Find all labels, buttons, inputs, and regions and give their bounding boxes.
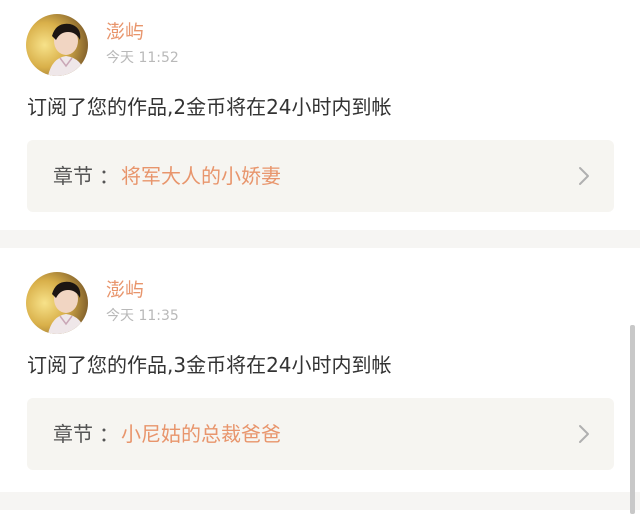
chevron-right-icon [579, 425, 589, 443]
username[interactable]: 澎屿 [106, 20, 144, 44]
timestamp: 今天 11:52 [106, 50, 179, 66]
chapter-label: 章节 [53, 164, 93, 188]
notification-message: 订阅了您的作品,2金币将在24小时内到帐 [27, 95, 392, 119]
avatar-image [26, 14, 88, 76]
chapter-colon: ： [99, 164, 119, 188]
card-separator [0, 230, 640, 248]
notification-card: 澎屿 今天 11:52 订阅了您的作品,2金币将在24小时内到帐 章节 ： 将军… [0, 0, 640, 230]
chapter-colon: ： [99, 422, 119, 446]
user-avatar[interactable] [26, 14, 88, 76]
chapter-link[interactable]: 章节 ： 小尼姑的总裁爸爸 [27, 398, 614, 470]
scrollbar[interactable] [630, 325, 635, 514]
notification-message: 订阅了您的作品,3金币将在24小时内到帐 [27, 353, 392, 377]
chapter-label: 章节 [53, 422, 93, 446]
user-avatar[interactable] [26, 272, 88, 334]
timestamp: 今天 11:35 [106, 308, 179, 324]
chapter-title: 将军大人的小娇妻 [121, 164, 281, 188]
card-separator [0, 492, 640, 510]
chapter-link[interactable]: 章节 ： 将军大人的小娇妻 [27, 140, 614, 212]
username[interactable]: 澎屿 [106, 278, 144, 302]
chevron-right-icon [579, 167, 589, 185]
avatar-image [26, 272, 88, 334]
notification-feed: 澎屿 今天 11:52 订阅了您的作品,2金币将在24小时内到帐 章节 ： 将军… [0, 0, 640, 514]
chapter-title: 小尼姑的总裁爸爸 [121, 422, 281, 446]
notification-card: 澎屿 今天 11:35 订阅了您的作品,3金币将在24小时内到帐 章节 ： 小尼… [0, 258, 640, 488]
